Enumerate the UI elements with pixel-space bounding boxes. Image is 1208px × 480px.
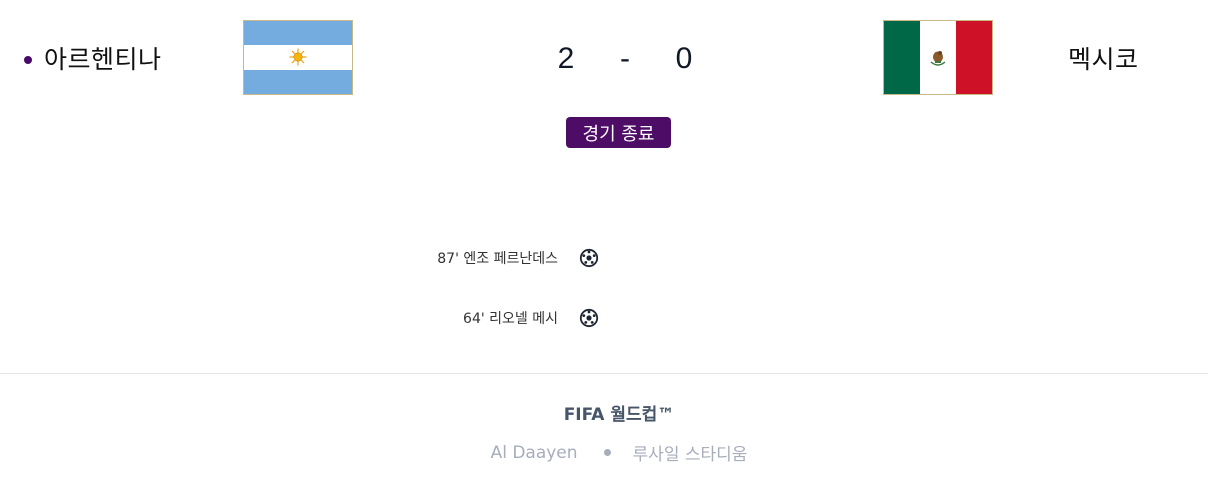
away-score: 0: [675, 42, 693, 75]
score-separator: -: [620, 42, 630, 75]
goal-event-text: 64' 리오넬 메시: [463, 311, 558, 327]
away-team[interactable]: 멕시코: [1068, 38, 1139, 78]
argentina-flag-icon: [243, 20, 353, 95]
venue-info: Al Daayen 루사일 스타디움: [0, 440, 1208, 466]
venue-city: Al Daayen: [490, 442, 578, 463]
scoreline: 2 - 0: [540, 38, 710, 80]
goal-event: 64' 리오넬 메시: [360, 304, 600, 332]
section-divider: [0, 373, 1208, 374]
away-team-name: 멕시코: [1068, 45, 1139, 74]
mexico-flag-icon: [883, 20, 993, 95]
goal-event-text: 87' 엔조 페르난데스: [437, 251, 558, 267]
venue-stadium: 루사일 스타디움: [632, 445, 748, 465]
soccer-ball-icon: [578, 307, 600, 329]
home-score: 2: [557, 42, 575, 75]
sun-of-may-icon: [289, 48, 307, 66]
home-team[interactable]: 아르헨티나: [24, 38, 162, 78]
home-team-name: 아르헨티나: [44, 45, 162, 74]
match-status-badge: 경기 종료: [566, 117, 671, 148]
soccer-ball-icon: [578, 247, 600, 269]
venue-separator-dot: [603, 449, 611, 456]
match-card: 아르헨티나 2 - 0 멕시코 경기 종료 87' 엔조 페르난데스 64' 리…: [0, 0, 1208, 480]
goal-event: 87' 엔조 페르난데스: [360, 244, 600, 272]
tournament-name[interactable]: FIFA 월드컵™: [0, 400, 1208, 425]
home-indicator-dot: [24, 56, 32, 64]
eagle-emblem-icon: [930, 50, 946, 66]
